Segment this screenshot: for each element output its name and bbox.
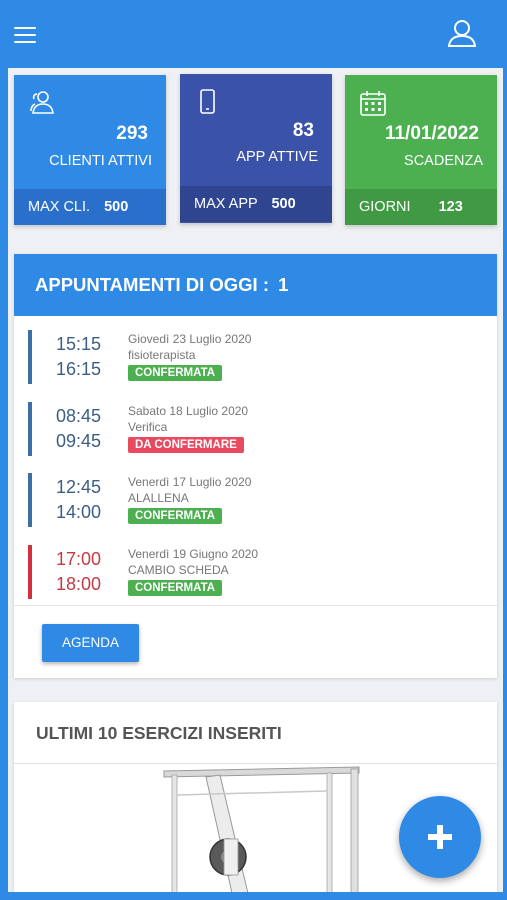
status-badge: DA CONFERMARE xyxy=(128,437,244,453)
appointment-date: Venerdì 17 Luglio 2020 xyxy=(128,475,252,489)
appointments-header: APPUNTAMENTI DI OGGI : 1 xyxy=(14,254,497,316)
appointment-item[interactable]: 15:15 16:15 Giovedì 23 Luglio 2020 fisio… xyxy=(28,330,478,384)
stat-card-scadenza[interactable]: 11/01/2022 SCADENZA GIORNI 123 xyxy=(345,75,497,225)
appointment-item[interactable]: 17:00 18:00 Venerdì 19 Giugno 2020 CAMBI… xyxy=(28,545,478,599)
exercises-title: ULTIMI 10 ESERCIZI INSERITI xyxy=(14,702,497,764)
appointment-description: fisioterapista xyxy=(128,348,196,362)
smartphone-icon xyxy=(194,88,222,116)
appointment-description: ALALLENA xyxy=(128,491,189,505)
agenda-button[interactable]: AGENDA xyxy=(42,624,139,662)
stat-card-clienti[interactable]: 293 CLIENTI ATTIVI MAX CLI. 500 xyxy=(14,75,166,225)
users-icon xyxy=(28,89,56,117)
appointment-start-time: 17:00 xyxy=(56,549,102,569)
stat-footer-label: GIORNI xyxy=(359,199,411,215)
appointment-item[interactable]: 08:45 09:45 Sabato 18 Luglio 2020 Verifi… xyxy=(28,402,478,456)
appointments-title: APPUNTAMENTI DI OGGI : xyxy=(35,274,269,295)
hamburger-menu-icon[interactable] xyxy=(14,27,36,45)
appointment-color-bar xyxy=(28,473,32,527)
top-app-bar xyxy=(0,0,507,68)
appointment-end-time: 18:00 xyxy=(56,574,102,594)
stat-footer: GIORNI 123 xyxy=(345,189,497,225)
appointment-end-time: 16:15 xyxy=(56,359,102,379)
appointment-date: Sabato 18 Luglio 2020 xyxy=(128,404,249,418)
add-fab-button[interactable] xyxy=(399,796,481,878)
stat-label: SCADENZA xyxy=(404,153,483,169)
appointment-date: Venerdì 19 Giugno 2020 xyxy=(128,547,259,561)
appointment-color-bar xyxy=(28,330,32,384)
stat-footer: MAX APP 500 xyxy=(180,186,332,222)
stat-footer-value: 500 xyxy=(271,196,296,212)
appointments-list: 15:15 16:15 Giovedì 23 Luglio 2020 fisio… xyxy=(14,316,497,606)
appointment-date: Giovedì 23 Luglio 2020 xyxy=(128,332,252,346)
status-badge: CONFERMATA xyxy=(128,508,223,524)
appointment-start-time: 08:45 xyxy=(56,406,102,426)
appointments-panel: APPUNTAMENTI DI OGGI : 1 15:15 16:15 Gio… xyxy=(14,254,497,678)
appointment-item[interactable]: 12:45 14:00 Venerdì 17 Luglio 2020 ALALL… xyxy=(28,473,478,527)
stat-value: 11/01/2022 xyxy=(384,123,479,144)
appointment-description: CAMBIO SCHEDA xyxy=(128,563,229,577)
dashboard-content: 293 CLIENTI ATTIVI MAX CLI. 500 83 APP A… xyxy=(8,68,503,892)
user-icon[interactable] xyxy=(446,17,478,49)
stat-footer: MAX CLI. 500 xyxy=(14,189,166,225)
stat-value: 83 xyxy=(292,120,314,141)
status-badge: CONFERMATA xyxy=(128,580,223,596)
status-badge: CONFERMATA xyxy=(128,365,223,381)
appointment-description: Verifica xyxy=(128,420,168,434)
stat-footer-label: MAX CLI. xyxy=(28,199,91,215)
appointment-color-bar xyxy=(28,402,32,456)
stat-label: APP ATTIVE xyxy=(236,149,318,165)
plus-icon xyxy=(428,825,452,849)
appointment-end-time: 09:45 xyxy=(56,431,102,451)
stat-value: 293 xyxy=(116,123,148,144)
appointment-start-time: 12:45 xyxy=(56,477,102,497)
appointments-count: 1 xyxy=(278,274,289,295)
stat-footer-value: 500 xyxy=(104,199,129,215)
appointment-end-time: 14:00 xyxy=(56,502,102,522)
stat-label: CLIENTI ATTIVI xyxy=(49,153,152,169)
stat-footer-label: MAX APP xyxy=(194,196,258,212)
calendar-icon xyxy=(359,89,387,117)
appointment-color-bar xyxy=(28,545,32,599)
stat-footer-value: 123 xyxy=(438,199,463,215)
stat-card-app[interactable]: 83 APP ATTIVE MAX APP 500 xyxy=(180,74,332,223)
appointment-start-time: 15:15 xyxy=(56,334,102,354)
